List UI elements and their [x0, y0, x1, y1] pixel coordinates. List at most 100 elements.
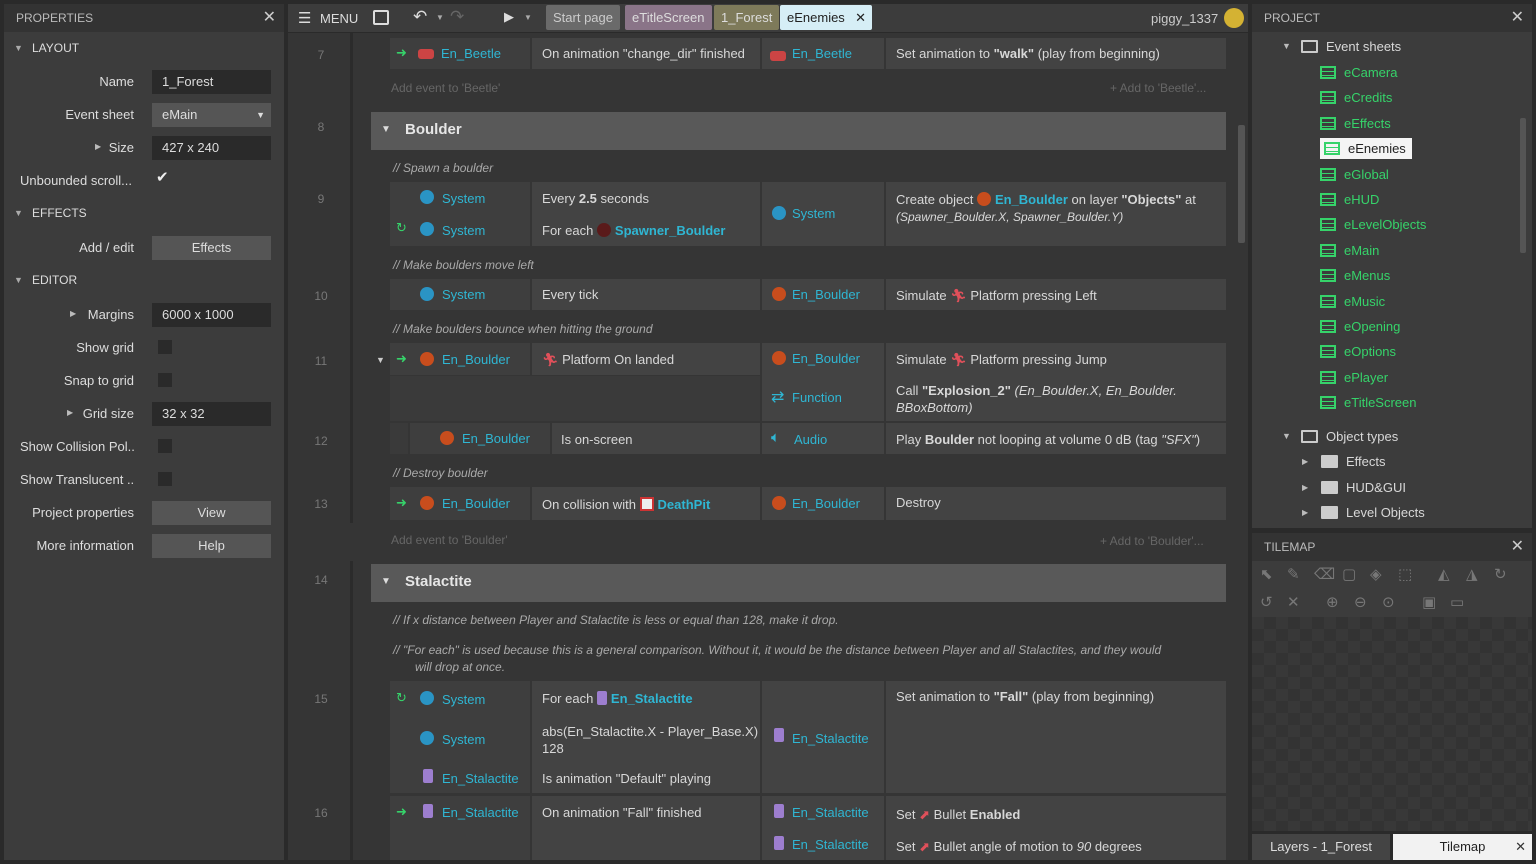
tree-sheet-eglobal[interactable]: eGlobal: [1320, 167, 1389, 182]
size-input[interactable]: 427 x 240: [152, 136, 271, 160]
tab-etitlescreen[interactable]: eTitleScreen: [625, 5, 712, 30]
collapse-icon[interactable]: ▼: [1282, 41, 1291, 51]
tree-event-sheets[interactable]: Event sheets: [1301, 39, 1401, 54]
action-object[interactable]: 🔈︎ Audio: [762, 423, 884, 454]
condition-object[interactable]: System: [390, 279, 530, 310]
tree-object-types[interactable]: Object types: [1301, 429, 1398, 444]
action-text[interactable]: Simulate 🏃︎ Platform pressing Jump Call …: [886, 343, 1226, 421]
tile-canvas[interactable]: [1252, 617, 1532, 831]
effects-button[interactable]: Effects: [152, 236, 271, 260]
tree-sheet-ehud[interactable]: eHUD: [1320, 192, 1379, 207]
menu-icon[interactable]: ☰: [298, 9, 311, 27]
expand-icon[interactable]: ▶: [70, 309, 76, 318]
tree-folder-hudgui[interactable]: HUD&GUI: [1321, 480, 1406, 495]
condition-object[interactable]: System ↻ System: [390, 182, 530, 246]
undo-icon[interactable]: ↶: [413, 7, 427, 27]
condition-object[interactable]: En_Boulder: [410, 423, 550, 454]
tree-sheet-emenus[interactable]: eMenus: [1320, 268, 1390, 283]
condition-text[interactable]: On animation "Fall" finished: [532, 796, 760, 860]
tab-eenemies[interactable]: eEnemies ✕: [780, 5, 872, 30]
eventsheet-select[interactable]: eMain ▼: [152, 103, 271, 127]
expand-icon[interactable]: ▶: [1302, 483, 1308, 492]
action-text[interactable]: Simulate 🏃︎ Platform pressing Left: [886, 279, 1226, 310]
condition-object[interactable]: ↻ System System En_Stalactite: [390, 681, 530, 793]
comment[interactable]: // Make boulders bounce when hitting the…: [393, 322, 653, 336]
expand-icon[interactable]: ▶: [1302, 508, 1308, 517]
action-object[interactable]: En_Stalactite En_Stalactite: [762, 796, 884, 860]
condition-text[interactable]: Is on-screen: [552, 423, 760, 454]
collision-checkbox[interactable]: [158, 439, 172, 453]
collapse-icon[interactable]: ▼: [381, 124, 391, 135]
gridsize-input[interactable]: 32 x 32: [152, 402, 271, 426]
comment[interactable]: // If x distance between Player and Stal…: [393, 613, 839, 627]
comment[interactable]: will drop at once.: [415, 660, 505, 674]
tree-folder-level-objects[interactable]: Level Objects: [1321, 505, 1425, 520]
tree-sheet-etitlescreen[interactable]: eTitleScreen: [1320, 395, 1417, 410]
section-layout[interactable]: ▼ LAYOUT: [4, 32, 284, 65]
add-event-link[interactable]: Add event to 'Boulder': [391, 533, 508, 547]
translucent-checkbox[interactable]: [158, 472, 172, 486]
condition-text[interactable]: Every tick: [532, 279, 760, 310]
action-text[interactable]: Create object En_Boulder on layer "Objec…: [886, 182, 1226, 246]
action-text[interactable]: Set animation to "walk" (play from begin…: [886, 38, 1226, 69]
section-editor[interactable]: ▼ EDITOR: [4, 264, 284, 297]
name-input[interactable]: 1_Forest: [152, 70, 271, 94]
condition-object[interactable]: ➜ En_Beetle: [390, 38, 530, 69]
chevron-down-icon[interactable]: ▼: [436, 13, 444, 22]
condition-text[interactable]: For each En_Stalactite abs(En_Stalactite…: [532, 681, 769, 793]
action-text[interactable]: Set animation to "Fall" (play from begin…: [886, 681, 1226, 793]
tab-start-page[interactable]: Start page: [546, 5, 620, 30]
tab-tilemap[interactable]: Tilemap ✕: [1393, 834, 1532, 860]
tree-sheet-ecredits[interactable]: eCredits: [1320, 90, 1392, 105]
action-object[interactable]: System: [762, 182, 884, 246]
group-boulder[interactable]: ▼ Boulder: [371, 112, 1226, 150]
tree-sheet-eeffects[interactable]: eEffects: [1320, 116, 1391, 131]
collapse-icon[interactable]: ▼: [1282, 431, 1291, 441]
margins-input[interactable]: 6000 x 1000: [152, 303, 271, 327]
close-icon[interactable]: ✕: [855, 5, 866, 30]
section-effects[interactable]: ▼ EFFECTS: [4, 197, 284, 230]
tree-sheet-emain[interactable]: eMain: [1320, 243, 1379, 258]
collapse-icon[interactable]: ▼: [381, 576, 391, 587]
comment[interactable]: // Destroy boulder: [393, 466, 488, 480]
scrollbar-thumb[interactable]: [1238, 125, 1245, 243]
help-button[interactable]: Help: [152, 534, 271, 558]
tab-1-forest[interactable]: 1_Forest: [714, 5, 780, 30]
condition-text[interactable]: On collision with DeathPit: [532, 487, 760, 520]
tab-layers[interactable]: Layers - 1_Forest: [1252, 834, 1390, 860]
action-object[interactable]: En_Boulder ⇄ Function: [762, 343, 884, 421]
save-icon[interactable]: [373, 10, 389, 25]
expand-icon[interactable]: ▶: [95, 142, 101, 151]
condition-text[interactable]: Every 2.5 seconds For each Spawner_Bould…: [532, 182, 760, 246]
view-button[interactable]: View: [152, 501, 271, 525]
play-icon[interactable]: ▶: [504, 9, 514, 25]
action-object[interactable]: En_Stalactite: [762, 681, 884, 793]
close-icon[interactable]: ✕: [263, 4, 276, 32]
close-icon[interactable]: ✕: [1511, 533, 1524, 561]
close-icon[interactable]: ✕: [1515, 834, 1526, 860]
condition-object[interactable]: ➜ En_Boulder: [390, 487, 530, 520]
comment[interactable]: // Make boulders move left: [393, 258, 534, 272]
tree-folder-effects[interactable]: Effects: [1321, 454, 1386, 469]
action-text[interactable]: Set ⬈ Bullet Enabled Set ⬈ Bullet angle …: [886, 796, 1226, 860]
scrollbar-thumb[interactable]: [1520, 118, 1526, 253]
tree-sheet-elevelobjects[interactable]: eLevelObjects: [1320, 217, 1426, 232]
add-to-link[interactable]: + Add to 'Boulder'...: [1100, 534, 1204, 548]
action-object[interactable]: En_Beetle: [762, 38, 884, 69]
condition-text[interactable]: On animation "change_dir" finished: [532, 38, 760, 69]
tree-sheet-eplayer[interactable]: ePlayer: [1320, 370, 1388, 385]
snapgrid-checkbox[interactable]: [158, 373, 172, 387]
condition-object[interactable]: ➜ En_Stalactite: [390, 796, 530, 860]
action-text[interactable]: Play Boulder not looping at volume 0 dB …: [886, 423, 1226, 454]
tree-sheet-eopening[interactable]: eOpening: [1320, 319, 1400, 334]
condition-object[interactable]: ➜ En_Boulder: [390, 343, 530, 375]
chevron-down-icon[interactable]: ▼: [524, 13, 532, 22]
add-to-link[interactable]: + Add to 'Beetle'...: [1110, 81, 1206, 95]
action-text[interactable]: Destroy: [886, 487, 1226, 520]
close-icon[interactable]: ✕: [1511, 4, 1524, 32]
tree-sheet-emusic[interactable]: eMusic: [1320, 294, 1385, 309]
menu-button[interactable]: MENU: [320, 11, 358, 26]
comment[interactable]: // "For each" is used because this is a …: [393, 643, 1161, 657]
condition-text[interactable]: 🏃︎ Platform On landed: [532, 343, 760, 375]
action-object[interactable]: En_Boulder: [762, 487, 884, 520]
